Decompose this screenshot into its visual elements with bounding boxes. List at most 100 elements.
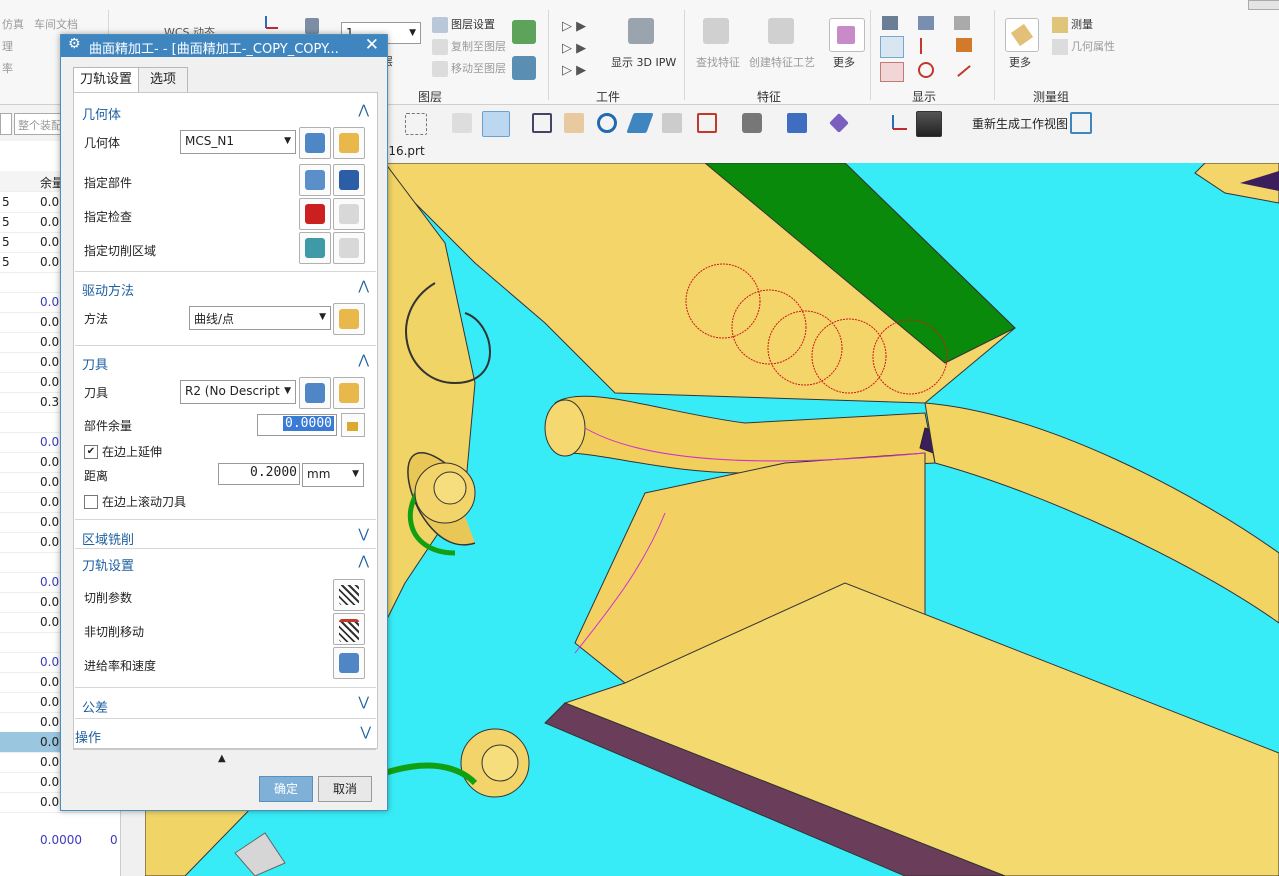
lock-button[interactable] xyxy=(341,413,365,437)
extend-edge-checkbox[interactable]: ✔ xyxy=(84,445,98,459)
section-operation-header[interactable]: 操作 xyxy=(75,727,101,746)
distance-unit-select[interactable]: mm ▼ xyxy=(302,463,364,487)
regen-work-view-button[interactable]: 重新生成工作视图 xyxy=(972,115,1068,132)
select-box-icon[interactable] xyxy=(405,113,427,135)
geometry-props-button[interactable]: 几何属性 xyxy=(1052,38,1115,55)
show-cut-area-button[interactable] xyxy=(333,232,365,264)
section-tolerance-header[interactable]: 公差 xyxy=(82,697,108,716)
tab-toolpath-settings[interactable]: 刀轨设置 xyxy=(73,67,139,93)
measure-button[interactable]: 测量 xyxy=(1052,16,1093,33)
section-drive-header[interactable]: 驱动方法 xyxy=(82,280,134,299)
distance-input[interactable]: 0.2000 xyxy=(218,463,300,485)
ok-button[interactable]: 确定 xyxy=(259,776,313,802)
feeds-speeds-label: 进给率和速度 xyxy=(84,659,157,673)
roll-tool-checkbox[interactable] xyxy=(84,495,98,509)
filter-select-stub[interactable] xyxy=(0,113,12,135)
wireframe-icon[interactable] xyxy=(452,113,472,133)
render-style-icon[interactable] xyxy=(742,113,762,133)
chevron-up-icon[interactable]: ⋀ xyxy=(358,554,369,569)
flashlight-disabled-icon xyxy=(339,204,359,224)
chevron-down-icon[interactable]: ⋁ xyxy=(360,725,371,740)
show-3d-ipw-button[interactable]: 显示 3D IPW xyxy=(611,54,676,70)
part-stock-input[interactable]: 0.0000 xyxy=(257,414,337,436)
save-icon[interactable] xyxy=(305,18,319,34)
wcs-display-icon[interactable] xyxy=(889,113,909,133)
section-path-settings-header[interactable]: 刀轨设置 xyxy=(82,555,134,574)
group-label-workpiece: 工件 xyxy=(596,90,621,104)
cube-view-icon[interactable] xyxy=(787,113,807,133)
show-check-button[interactable] xyxy=(333,198,365,230)
chevron-up-icon[interactable]: ⋀ xyxy=(358,353,369,368)
cancel-button[interactable]: 取消 xyxy=(318,776,372,802)
tool-select[interactable]: R2 (No Descript ▼ xyxy=(180,380,296,404)
cut-params-button[interactable] xyxy=(333,579,365,611)
edit-tool-button[interactable] xyxy=(333,377,365,409)
orient-icon[interactable] xyxy=(829,113,849,133)
move-to-layer-button[interactable]: 移动至图层 xyxy=(432,60,506,77)
zoom-window-icon[interactable] xyxy=(532,113,552,133)
layer-settings-button[interactable]: 图层设置 xyxy=(432,16,495,33)
pan-icon[interactable] xyxy=(564,113,584,133)
wcs-axis-icon[interactable] xyxy=(262,14,280,32)
geometry-select[interactable]: MCS_N1 ▼ xyxy=(180,130,296,154)
section-tool-header[interactable]: 刀具 xyxy=(82,354,108,373)
feature-more-icon[interactable] xyxy=(829,18,865,52)
navigator-row-stock: 0.0 xyxy=(40,335,60,349)
move-layer-icon xyxy=(432,61,448,77)
view-section-icon[interactable] xyxy=(662,113,682,133)
chevron-down-icon[interactable]: ⋁ xyxy=(358,527,369,542)
collapse-icon[interactable]: ▲ xyxy=(218,753,226,764)
file-tab[interactable]: -16.prt xyxy=(384,144,425,158)
dialog-titlebar[interactable]: ⚙ 曲面精加工- - [曲面精加工-_COPY_COPY... ✕ xyxy=(61,35,387,57)
feature-more-button[interactable]: 更多 xyxy=(833,54,855,70)
background-icon[interactable] xyxy=(916,111,942,137)
new-tool-icon xyxy=(305,383,325,403)
specify-cut-area-button[interactable] xyxy=(299,232,331,264)
ribbon-item-shop-doc[interactable]: 车间文档 xyxy=(34,16,78,32)
measure-more-icon[interactable] xyxy=(1005,18,1039,52)
create-feature-process-icon[interactable] xyxy=(768,18,794,44)
specify-check-button[interactable] xyxy=(299,198,331,230)
drive-method-select[interactable]: 曲线/点 ▼ xyxy=(189,306,331,330)
tab-options[interactable]: 选项 xyxy=(138,67,188,93)
perspective-icon[interactable] xyxy=(626,113,654,133)
layer-view-icon[interactable] xyxy=(512,56,536,80)
display-tools[interactable] xyxy=(880,14,980,84)
ipw-icon[interactable] xyxy=(628,18,654,44)
copy-layer-icon xyxy=(432,39,448,55)
close-icon[interactable]: ✕ xyxy=(365,35,379,55)
workpiece-arrow-icons[interactable]: ▷ ▶ ▷ ▶ ▷ ▶ xyxy=(562,16,586,82)
section-geometry-header[interactable]: 几何体 xyxy=(82,104,121,123)
create-feature-process-button[interactable]: 创建特征工艺 xyxy=(749,54,815,70)
ribbon-item-simulate[interactable]: 仿真 xyxy=(2,16,24,32)
window-control[interactable] xyxy=(1248,0,1279,10)
non-cut-moves-button[interactable] xyxy=(333,613,365,645)
tool-label: 刀具 xyxy=(84,386,109,400)
rotate-icon[interactable] xyxy=(597,113,617,133)
chevron-up-icon[interactable]: ⋀ xyxy=(358,103,369,118)
navigator-row-stock: 0.0 xyxy=(40,475,60,489)
show-part-button[interactable] xyxy=(333,164,365,196)
group-label-measure: 测量组 xyxy=(1033,90,1070,104)
chevron-up-icon[interactable]: ⋀ xyxy=(358,279,369,294)
method-label: 方法 xyxy=(84,312,109,326)
new-geometry-button[interactable] xyxy=(299,127,331,159)
section-region-milling-header[interactable]: 区域铣削 xyxy=(82,529,134,548)
new-tool-button[interactable] xyxy=(299,377,331,409)
find-feature-icon[interactable] xyxy=(703,18,729,44)
copy-to-layer-button[interactable]: 复制至图层 xyxy=(432,38,506,55)
feeds-speeds-button[interactable] xyxy=(333,647,365,679)
find-feature-button[interactable]: 查找特征 xyxy=(696,54,740,70)
edit-drive-button[interactable] xyxy=(333,303,365,335)
chevron-down-icon[interactable]: ⋁ xyxy=(358,695,369,710)
edit-geometry-button[interactable] xyxy=(333,127,365,159)
measure-more-button[interactable]: 更多 xyxy=(1009,54,1031,70)
grid-icon[interactable] xyxy=(1070,112,1092,134)
shaded-view-icon[interactable] xyxy=(482,111,510,137)
specify-part-button[interactable] xyxy=(299,164,331,196)
part-stock-label: 部件余量 xyxy=(84,419,133,433)
fit-icon[interactable] xyxy=(697,113,717,133)
layer-stack-icon[interactable] xyxy=(512,20,536,44)
distance-label: 距离 xyxy=(84,469,109,483)
flashlight-disabled-icon xyxy=(339,238,359,258)
